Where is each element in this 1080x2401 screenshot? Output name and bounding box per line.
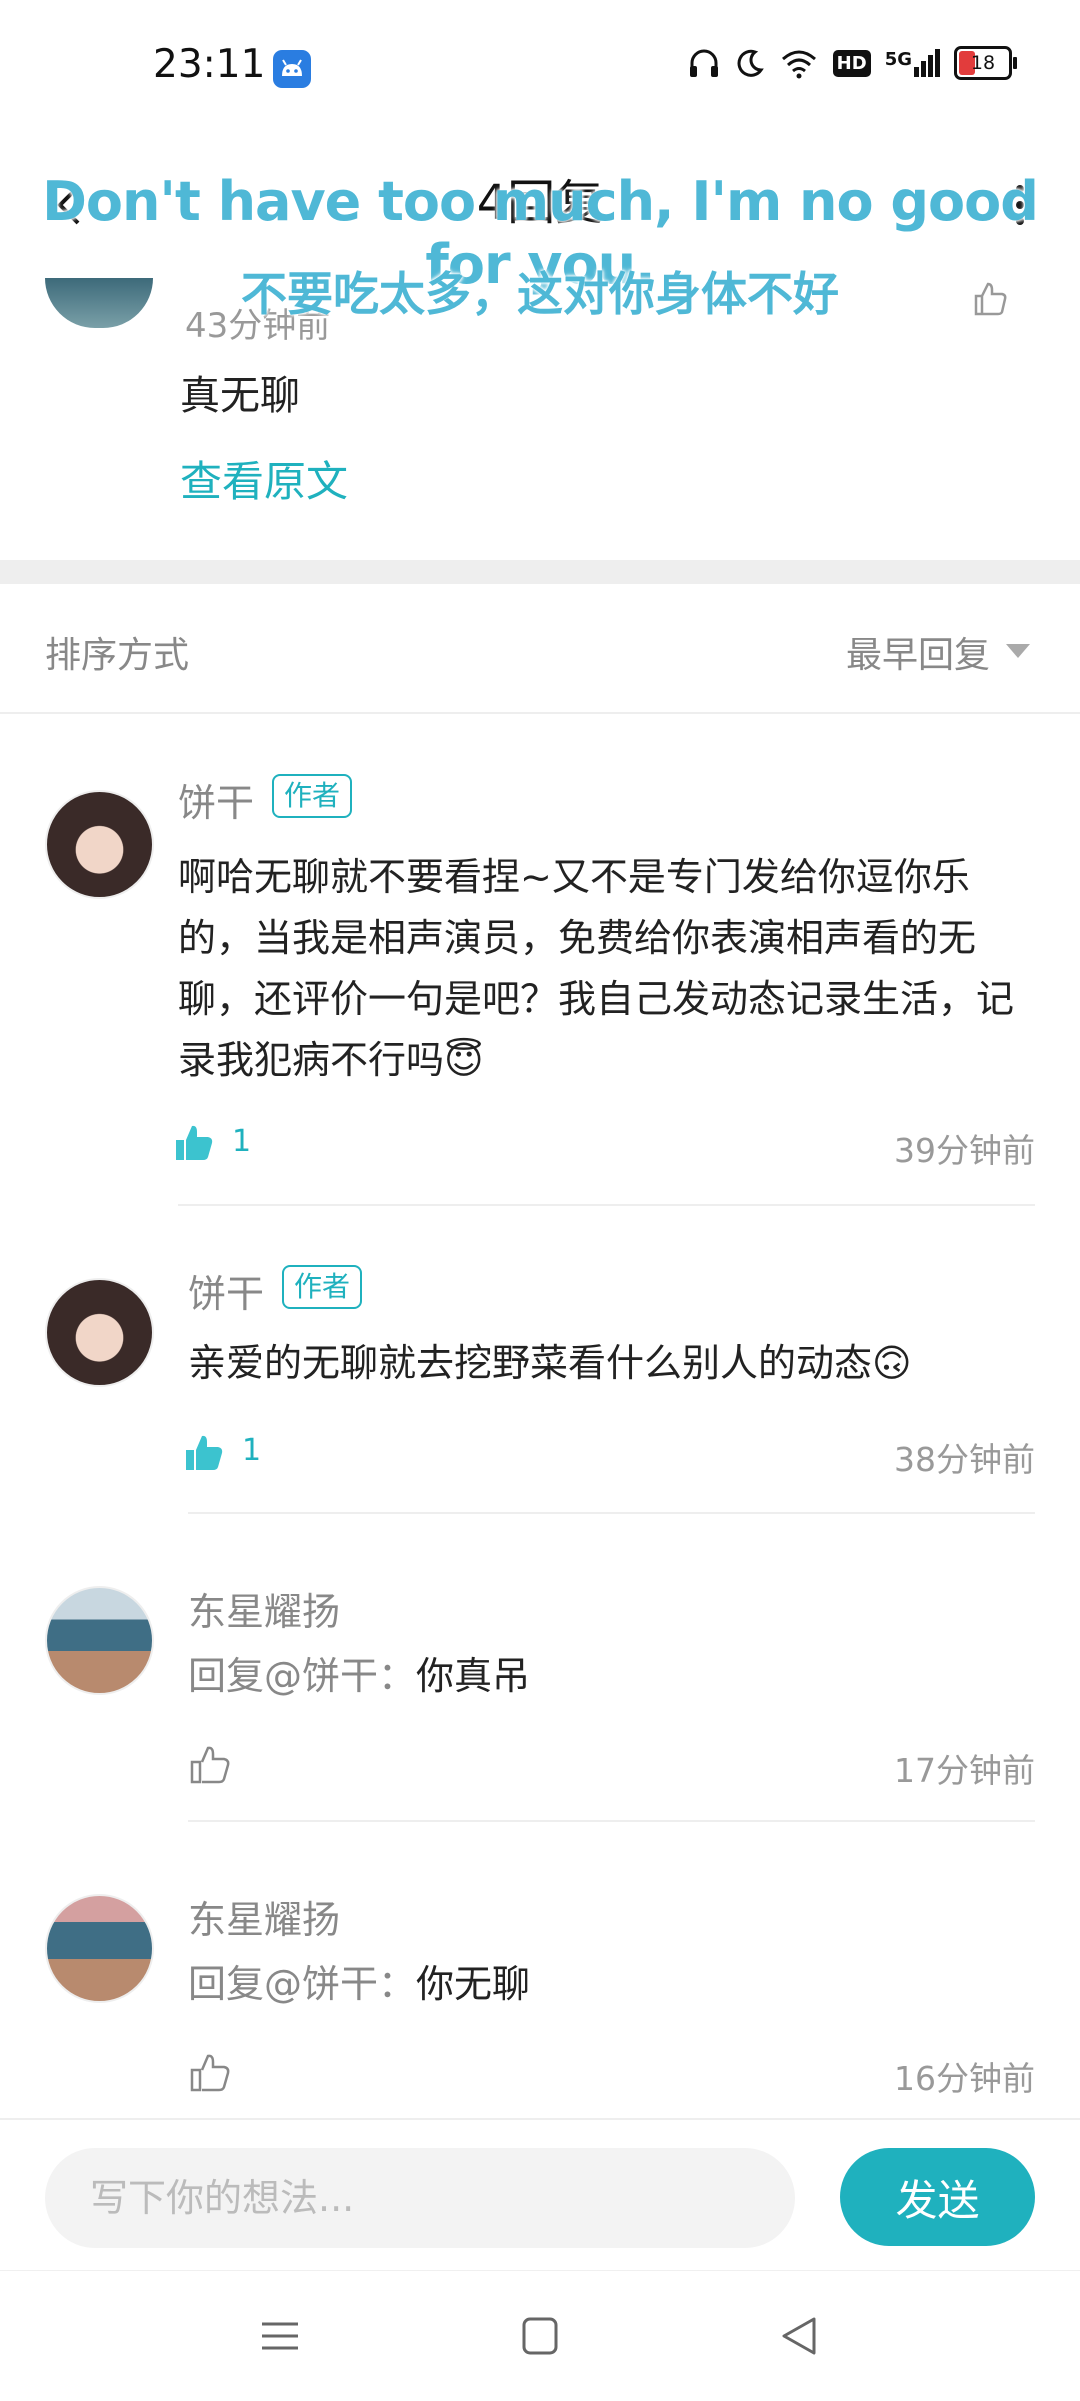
thumbs-up-icon[interactable] (182, 1430, 226, 1474)
reply-input-bar: 发送 (0, 2118, 1080, 2272)
author-badge: 作者 (272, 774, 353, 818)
comment-time: 38分钟前 (894, 1440, 1035, 1479)
avatar[interactable] (45, 1586, 154, 1695)
send-button[interactable]: 发送 (840, 2148, 1035, 2246)
status-icons: HD 5G 18 (687, 46, 1017, 80)
author-name[interactable]: 饼干 (188, 1263, 264, 1318)
avatar[interactable] (45, 1278, 154, 1387)
divider (178, 1204, 1035, 1206)
comment-time: 17分钟前 (894, 1751, 1035, 1790)
moon-icon (737, 49, 764, 77)
author-name[interactable]: 饼干 (178, 772, 254, 827)
comment-text: 真无聊 (180, 373, 300, 419)
like-count: 1 (232, 1124, 252, 1159)
headphones-icon (689, 49, 718, 77)
avatar[interactable] (45, 790, 154, 899)
original-comment: 43分钟前 真无聊 查看原文 (0, 278, 1080, 558)
reply-item: 东星耀扬 回复@饼干：你无聊 16分钟前 (0, 1824, 1080, 2118)
hd-icon: HD (832, 49, 871, 77)
comment-body: 你真吊 (416, 1654, 531, 1698)
menu-icon[interactable] (250, 2311, 310, 2361)
reply-mention[interactable]: 回复@饼干： (188, 1962, 416, 2006)
comment-text: 亲爱的无聊就去挖野菜看什么别人的动态🙃 (188, 1341, 912, 1385)
reply-item: 东星耀扬 回复@饼干：你真吊 17分钟前 (0, 1516, 1080, 1824)
subtitle-chinese: 不要吃太多，这对你身体不好 (241, 267, 839, 321)
comment-text: 回复@饼干：你无聊 (188, 1954, 1038, 2015)
system-nav-bar (0, 2270, 1080, 2401)
reply-item: 饼干 作者 啊哈无聊就不要看捏~又不是专门发给你逗你乐的，当我是相声演员，免费给… (0, 712, 1080, 1208)
status-time: 23:11 (153, 42, 266, 87)
reply-item: 饼干 作者 亲爱的无聊就去挖野菜看什么别人的动态🙃 1 38分钟前 (0, 1208, 1080, 1516)
reply-input[interactable] (45, 2148, 795, 2248)
thumbs-up-icon[interactable] (172, 1120, 216, 1164)
signal-5g-icon: 5G (885, 49, 940, 77)
comment-text: 啊哈无聊就不要看捏~又不是专门发给你逗你乐的，当我是相声演员，免费给你表演相声看… (178, 855, 1015, 1082)
battery-icon: 18 (954, 46, 1017, 80)
like-count: 1 (242, 1433, 262, 1468)
thumbs-up-icon[interactable] (188, 2050, 232, 2094)
wifi-icon (781, 50, 816, 79)
author-name[interactable]: 东星耀扬 (188, 1889, 340, 1944)
avatar[interactable] (45, 1894, 154, 2003)
author-badge: 作者 (282, 1265, 363, 1309)
sort-row: 排序方式 最早回复 (0, 584, 1080, 714)
reply-mention[interactable]: 回复@饼干： (188, 1654, 416, 1698)
comment-body: 你无聊 (416, 1962, 531, 2006)
comment-time: 16分钟前 (894, 2059, 1035, 2098)
caret-down-icon[interactable] (1006, 644, 1030, 658)
status-bar: 23:11 HD 5G 18 (0, 0, 1080, 135)
view-original-link[interactable]: 查看原文 (180, 448, 348, 509)
back-triangle-icon[interactable] (770, 2311, 830, 2361)
divider (188, 1512, 1035, 1514)
android-app-icon (273, 50, 311, 88)
sort-label: 排序方式 (45, 635, 190, 676)
sort-dropdown[interactable]: 最早回复 (846, 626, 990, 678)
section-divider (0, 560, 1080, 584)
author-name[interactable]: 东星耀扬 (188, 1581, 340, 1636)
comment-time: 39分钟前 (894, 1131, 1035, 1170)
home-square-icon[interactable] (510, 2311, 570, 2361)
divider (188, 1820, 1035, 1822)
thumbs-up-icon[interactable] (188, 1742, 232, 1786)
comment-text: 回复@饼干：你真吊 (188, 1646, 1038, 1707)
